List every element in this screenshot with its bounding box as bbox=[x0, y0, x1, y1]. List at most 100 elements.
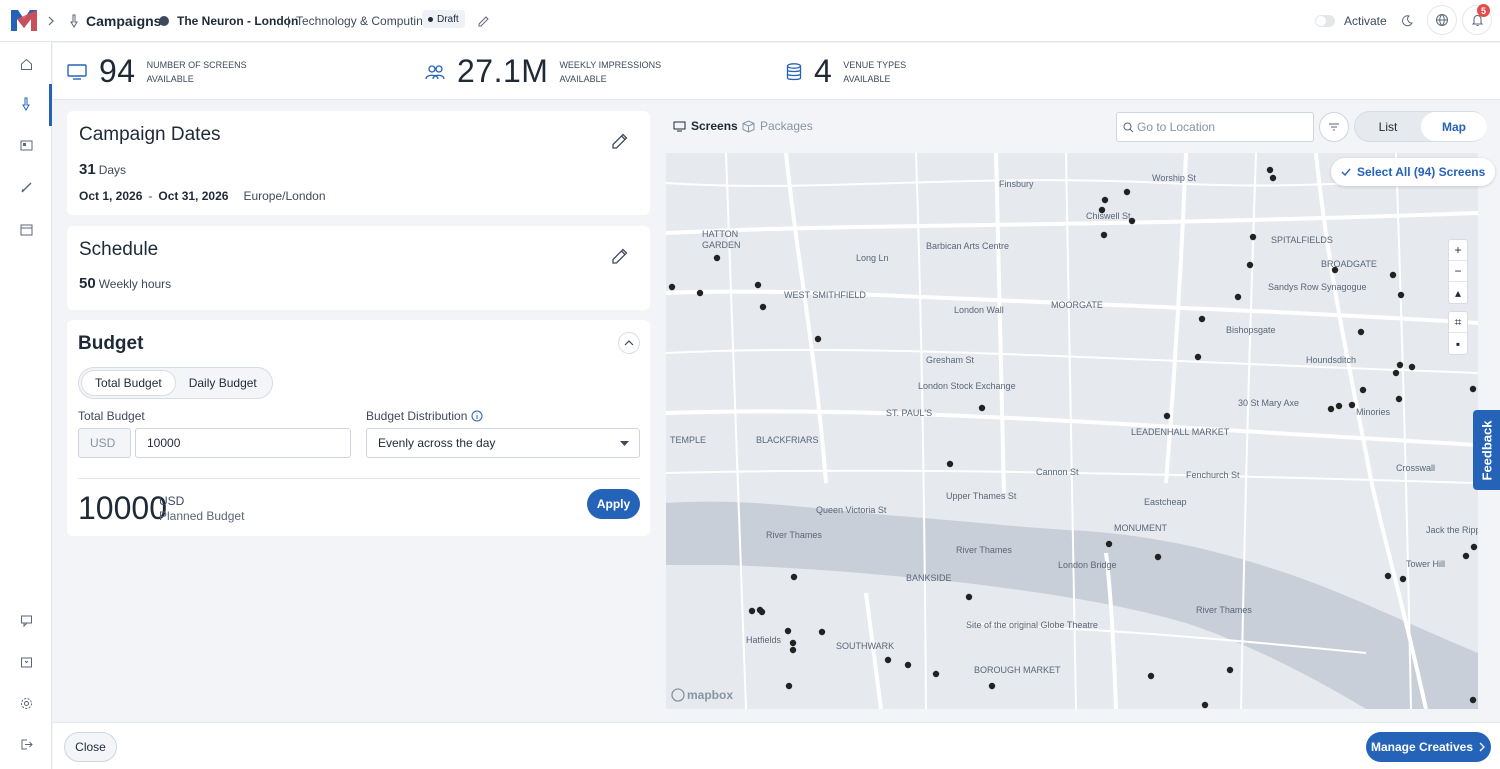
screen-marker[interactable] bbox=[1331, 266, 1339, 274]
screen-marker[interactable] bbox=[1470, 543, 1478, 551]
reset-bearing-icon[interactable]: ▴ bbox=[1449, 282, 1467, 303]
screen-marker[interactable] bbox=[1201, 701, 1209, 709]
screen-marker[interactable] bbox=[784, 627, 792, 635]
screen-marker[interactable] bbox=[1105, 540, 1113, 548]
screen-marker[interactable] bbox=[1198, 315, 1206, 323]
screens-map[interactable]: Finsbury Worship St HATTON GARDEN Barbic… bbox=[666, 153, 1478, 709]
screen-marker[interactable] bbox=[1266, 166, 1274, 174]
edit-dates-icon[interactable] bbox=[610, 131, 630, 151]
screen-marker[interactable] bbox=[785, 682, 793, 690]
screen-marker[interactable] bbox=[1098, 206, 1106, 214]
view-map-button[interactable]: Map bbox=[1421, 112, 1487, 141]
screen-marker[interactable] bbox=[1395, 395, 1403, 403]
creative-nav-icon[interactable] bbox=[14, 175, 38, 199]
screen-marker[interactable] bbox=[1327, 405, 1335, 413]
view-list-button[interactable]: List bbox=[1355, 112, 1421, 141]
screen-marker[interactable] bbox=[713, 254, 721, 262]
screen-marker[interactable] bbox=[1396, 361, 1404, 369]
zoom-out-icon[interactable]: − bbox=[1449, 261, 1467, 282]
screen-marker[interactable] bbox=[789, 646, 797, 654]
help-nav-icon[interactable] bbox=[14, 650, 38, 674]
screen-marker[interactable] bbox=[1397, 291, 1405, 299]
screen-marker[interactable] bbox=[1154, 553, 1162, 561]
screen-marker[interactable] bbox=[696, 289, 704, 297]
screens-nav-icon[interactable] bbox=[14, 134, 38, 158]
filter-button[interactable] bbox=[1319, 112, 1349, 142]
screen-marker[interactable] bbox=[1128, 217, 1136, 225]
toggle-switch[interactable] bbox=[1315, 15, 1335, 27]
screen-marker[interactable] bbox=[1163, 412, 1171, 420]
screen-marker[interactable] bbox=[1408, 363, 1416, 371]
activate-toggle[interactable] bbox=[1315, 0, 1335, 42]
screen-marker[interactable] bbox=[1469, 696, 1477, 704]
screen-marker[interactable] bbox=[1389, 271, 1397, 279]
screen-marker[interactable] bbox=[904, 661, 912, 669]
screen-marker[interactable] bbox=[932, 670, 940, 678]
map-canvas[interactable]: Finsbury Worship St HATTON GARDEN Barbic… bbox=[666, 153, 1478, 709]
screen-marker[interactable] bbox=[1226, 666, 1234, 674]
screen-marker[interactable] bbox=[1101, 196, 1109, 204]
tab-daily-budget[interactable]: Daily Budget bbox=[176, 370, 270, 396]
screen-marker[interactable] bbox=[1357, 328, 1365, 336]
screen-marker[interactable] bbox=[1335, 402, 1343, 410]
screen-marker[interactable] bbox=[1384, 572, 1392, 580]
close-button[interactable]: Close bbox=[64, 732, 117, 762]
tab-total-budget[interactable]: Total Budget bbox=[81, 370, 176, 396]
feedback-tab[interactable]: Feedback bbox=[1473, 410, 1500, 490]
campaigns-nav-icon[interactable] bbox=[14, 92, 38, 116]
screen-marker[interactable] bbox=[754, 281, 762, 289]
screen-marker[interactable] bbox=[1469, 385, 1477, 393]
home-icon[interactable] bbox=[14, 52, 38, 76]
draw-polygon-icon[interactable]: ⌗ bbox=[1449, 312, 1467, 333]
screen-marker[interactable] bbox=[1194, 353, 1202, 361]
info-icon[interactable] bbox=[471, 410, 483, 422]
screen-marker[interactable] bbox=[748, 607, 756, 615]
section-title[interactable]: Campaigns bbox=[86, 0, 161, 42]
screen-marker[interactable] bbox=[1249, 233, 1257, 241]
tab-packages[interactable]: Packages bbox=[742, 112, 813, 140]
screen-marker[interactable] bbox=[965, 593, 973, 601]
screen-marker[interactable] bbox=[1123, 188, 1131, 196]
collapse-button[interactable] bbox=[618, 332, 640, 354]
app-logo[interactable] bbox=[10, 7, 38, 33]
moon-icon[interactable] bbox=[1400, 0, 1414, 42]
screen-marker[interactable] bbox=[988, 682, 996, 690]
apply-button[interactable]: Apply bbox=[587, 489, 640, 519]
screen-marker[interactable] bbox=[1234, 293, 1242, 301]
location-search-input[interactable]: Go to Location bbox=[1116, 112, 1314, 142]
screen-marker[interactable] bbox=[1246, 261, 1254, 269]
tab-screens[interactable]: Screens bbox=[673, 112, 738, 140]
edit-name-icon[interactable] bbox=[477, 0, 490, 42]
screen-marker[interactable] bbox=[758, 608, 766, 616]
distribution-select[interactable]: Evenly across the day bbox=[366, 428, 640, 458]
screen-marker[interactable] bbox=[884, 656, 892, 664]
select-all-screens-button[interactable]: Select All (94) Screens bbox=[1331, 158, 1496, 186]
budget-amount-input[interactable]: 10000 bbox=[135, 428, 351, 458]
screen-marker[interactable] bbox=[790, 573, 798, 581]
screen-marker[interactable] bbox=[814, 335, 822, 343]
globe-icon[interactable] bbox=[1427, 5, 1457, 35]
inventory-nav-icon[interactable] bbox=[14, 217, 38, 241]
screen-marker[interactable] bbox=[789, 639, 797, 647]
screen-marker[interactable] bbox=[668, 283, 676, 291]
logout-nav-icon[interactable] bbox=[14, 732, 38, 756]
zoom-in-icon[interactable]: + bbox=[1449, 240, 1467, 261]
screen-marker[interactable] bbox=[978, 404, 986, 412]
screen-marker[interactable] bbox=[1462, 552, 1470, 560]
screen-marker[interactable] bbox=[759, 303, 767, 311]
screen-marker[interactable] bbox=[1348, 401, 1356, 409]
screen-marker[interactable] bbox=[818, 628, 826, 636]
edit-schedule-icon[interactable] bbox=[610, 246, 630, 266]
settings-nav-icon[interactable] bbox=[14, 691, 38, 715]
screen-marker[interactable] bbox=[946, 460, 954, 468]
trash-icon[interactable]: ▪ bbox=[1449, 333, 1467, 354]
chevron-right-icon[interactable] bbox=[46, 0, 56, 42]
screen-marker[interactable] bbox=[1359, 386, 1367, 394]
screen-marker[interactable] bbox=[1147, 672, 1155, 680]
manage-creatives-button[interactable]: Manage Creatives bbox=[1366, 732, 1491, 762]
screen-marker[interactable] bbox=[1392, 369, 1400, 377]
screen-marker[interactable] bbox=[1269, 174, 1277, 182]
screen-marker[interactable] bbox=[1100, 231, 1108, 239]
screen-marker[interactable] bbox=[1399, 575, 1407, 583]
chat-nav-icon[interactable] bbox=[14, 608, 38, 632]
